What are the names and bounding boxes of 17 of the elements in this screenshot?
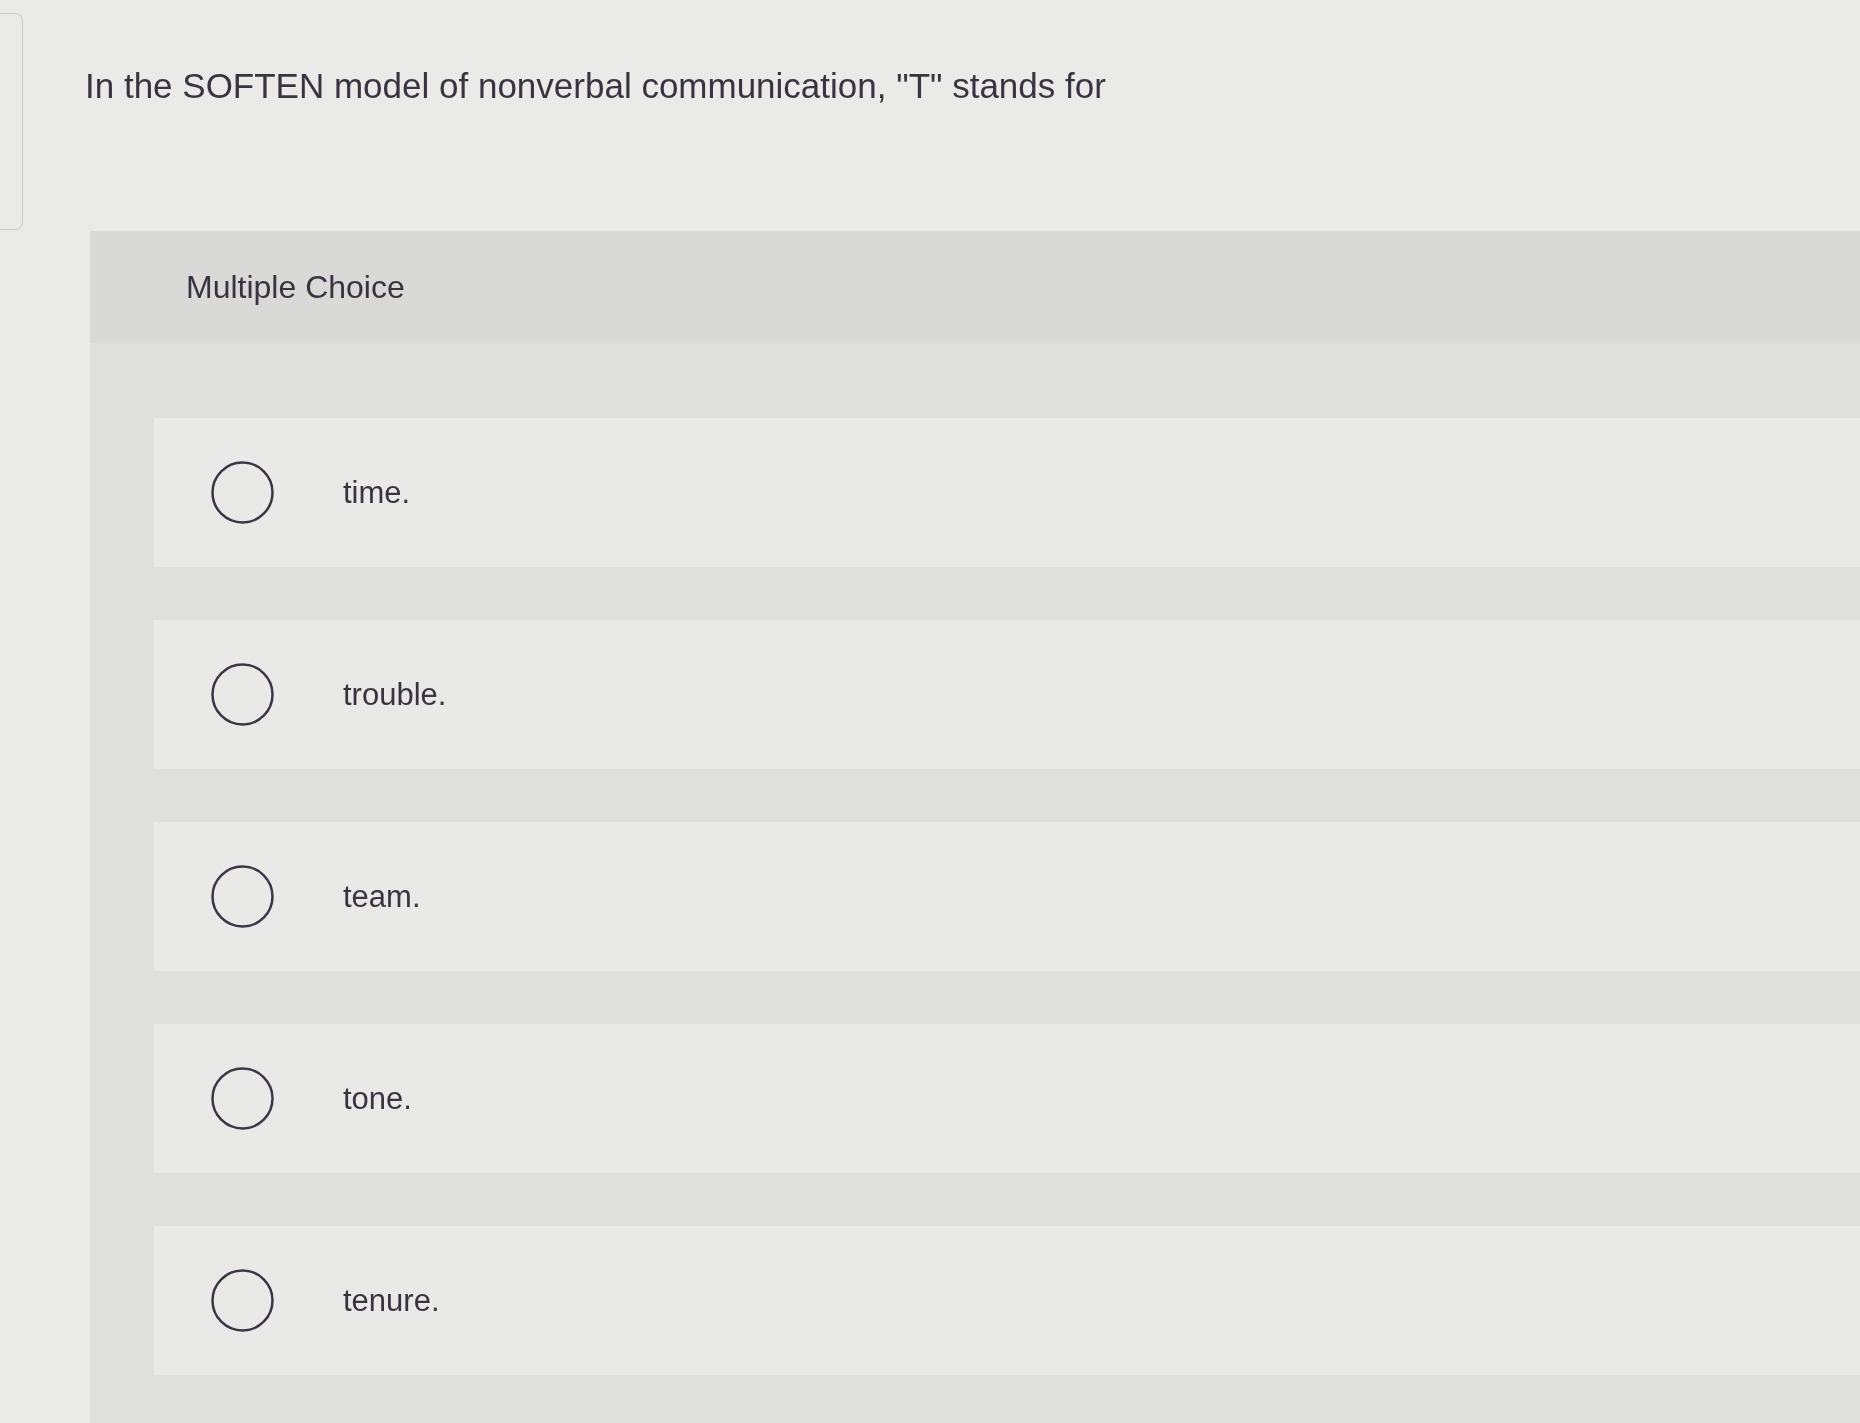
option-label: team. [343,878,421,915]
radio-button[interactable] [211,1067,274,1130]
radio-button[interactable] [211,461,274,524]
answer-option[interactable]: tone. [154,1024,1860,1173]
option-label: tone. [343,1080,412,1117]
option-label: trouble. [343,676,447,713]
question-text: In the SOFTEN model of nonverbal communication, "T" stands for [85,65,1106,107]
answer-option[interactable]: team. [154,822,1860,971]
question-type-label: Multiple Choice [186,268,405,306]
option-label: time. [343,474,411,511]
option-label: tenure. [343,1282,440,1319]
answer-option[interactable]: trouble. [154,620,1860,769]
answer-option[interactable]: tenure. [154,1226,1860,1375]
radio-button[interactable] [211,663,274,726]
answer-option[interactable]: time. [154,418,1860,567]
radio-button[interactable] [211,1269,274,1332]
radio-button[interactable] [211,865,274,928]
